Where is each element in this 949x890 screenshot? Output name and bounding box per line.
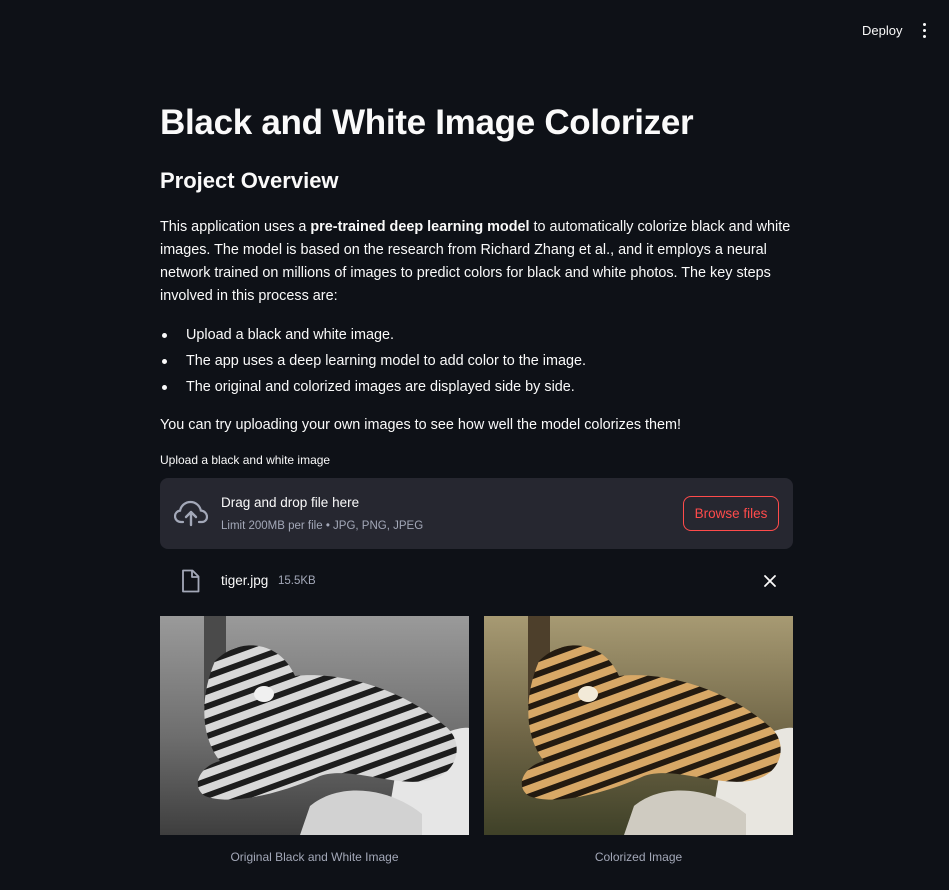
file-dropzone[interactable]: Drag and drop file here Limit 200MB per … [160,478,793,549]
more-vertical-icon[interactable] [916,20,932,40]
browse-files-button[interactable]: Browse files [683,496,779,531]
intro-text-bold: pre-trained deep learning model [310,219,530,235]
file-size: 15.5KB [278,575,316,587]
close-icon[interactable] [762,573,778,589]
intro-paragraph: This application uses a pre-trained deep… [160,216,793,308]
file-icon [182,569,200,593]
list-item: Upload a black and white image. [160,322,793,348]
section-heading: Project Overview [160,168,339,193]
uploaded-file-row: tiger.jpg 15.5KB [160,553,793,611]
top-bar: Deploy [0,0,949,60]
closing-paragraph: You can try uploading your own images to… [160,417,682,433]
menu-dot [922,34,926,38]
file-name: tiger.jpg [221,573,269,588]
colorized-image [484,616,793,835]
intro-text-start: This application uses a [160,219,311,235]
list-item: The original and colorized images are di… [160,374,793,400]
dropzone-title: Drag and drop file here [221,495,360,510]
steps-list: Upload a black and white image. The app … [160,322,793,400]
uploader-label: Upload a black and white image [160,453,331,467]
page-title: Black and White Image Colorizer [160,103,694,142]
original-image-column: Original Black and White Image [160,616,469,864]
menu-dot [922,28,926,32]
original-image [160,616,469,835]
colorized-image-column: Colorized Image [484,616,793,864]
main-content: Black and White Image Colorizer Project … [160,96,793,864]
list-item: The app uses a deep learning model to ad… [160,348,793,374]
results-row: Original Black and White Image Colorized… [160,616,793,864]
cloud-upload-icon [174,500,208,527]
colorized-image-caption: Colorized Image [594,850,683,864]
deploy-button[interactable]: Deploy [854,19,910,42]
original-image-caption: Original Black and White Image [230,850,399,864]
menu-dot [922,22,926,26]
dropzone-limit: Limit 200MB per file • JPG, PNG, JPEG [221,520,424,532]
